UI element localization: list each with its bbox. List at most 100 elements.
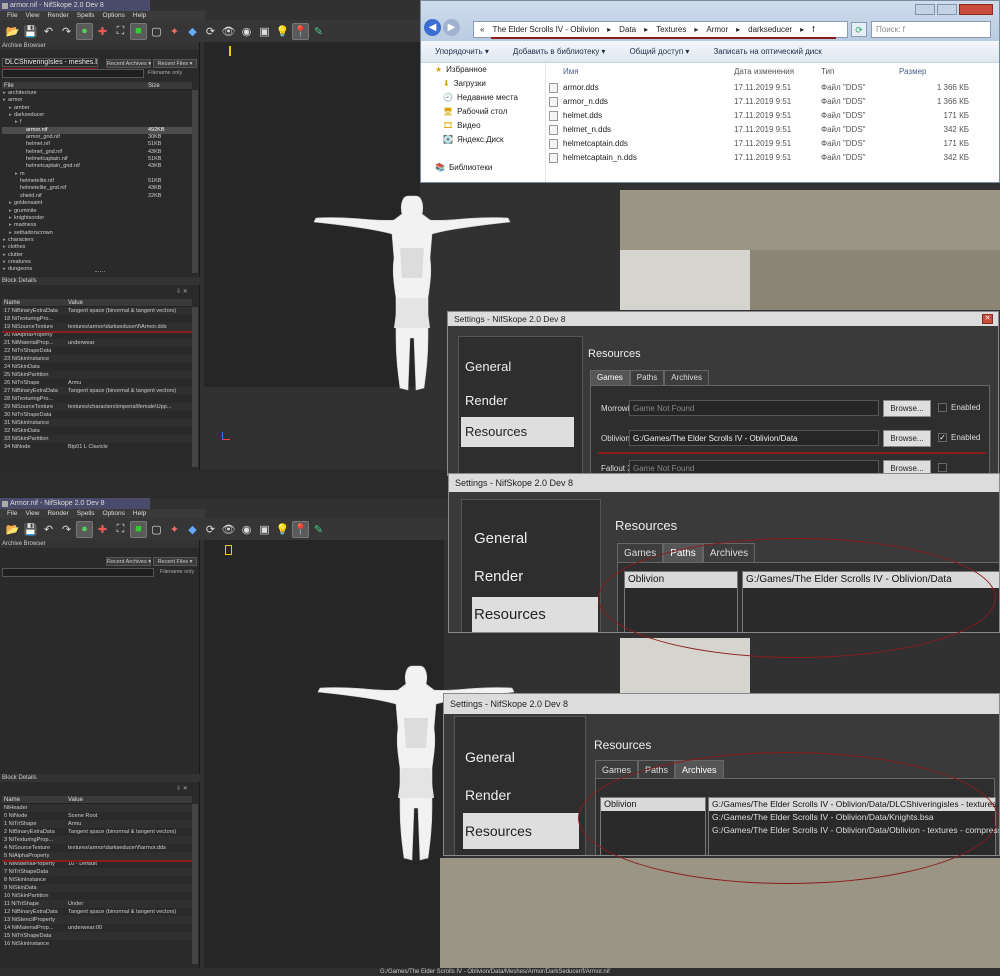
- nav-general[interactable]: General: [465, 359, 511, 374]
- select-mode-icon[interactable]: ●: [76, 22, 93, 40]
- enabled-checkbox[interactable]: [938, 403, 947, 412]
- expand-arrow-icon[interactable]: ▸: [3, 266, 6, 273]
- expand-arrow-icon[interactable]: ▸: [3, 252, 6, 259]
- nav-render[interactable]: Render: [474, 568, 523, 585]
- tree-item[interactable]: ▸ clothes: [2, 244, 192, 251]
- menu-item-help[interactable]: Help: [133, 11, 146, 20]
- tree-item[interactable]: ▸ m: [2, 171, 192, 178]
- recent-archives-button[interactable]: Recent Archives ▾: [106, 557, 151, 566]
- tree-item[interactable]: armor.nif 492KB: [2, 126, 192, 135]
- block-row[interactable]: 24 NiSkinData: [2, 363, 192, 371]
- brush-icon[interactable]: ✎: [310, 521, 327, 538]
- nav-pane-item[interactable]: ⬇ Загрузки: [421, 77, 545, 91]
- select-mode-icon[interactable]: ●: [76, 520, 93, 538]
- block-row[interactable]: 19 NiSourceTexture textures\armor\darksed…: [2, 323, 192, 331]
- solid-view-icon[interactable]: ■: [130, 520, 147, 538]
- tree-item[interactable]: armor_gnd.nif 30KB: [2, 134, 192, 141]
- enabled-checkbox[interactable]: [938, 463, 947, 472]
- expand-arrow-icon[interactable]: ▸: [9, 112, 12, 119]
- nav-pane-item[interactable]: 🎞 Видео: [421, 119, 545, 133]
- block-row[interactable]: 14 NiMaterialProp... underwear:00: [2, 924, 192, 932]
- block-row[interactable]: 13 NiStencilProperty: [2, 916, 192, 924]
- pin-icon[interactable]: 📍: [292, 22, 309, 40]
- breadcrumb-part[interactable]: Data: [619, 22, 636, 37]
- close-icon[interactable]: ✕: [982, 314, 993, 324]
- transform-icon[interactable]: ✚: [94, 23, 111, 40]
- menu-item-view[interactable]: View: [25, 11, 39, 20]
- open-icon[interactable]: 📂: [4, 521, 21, 538]
- nav-pane-item[interactable]: 💽 Яндекс.Диск: [421, 133, 545, 147]
- breadcrumb-part[interactable]: Armor: [706, 22, 728, 37]
- rotate-icon[interactable]: ⟳: [202, 521, 219, 538]
- cube-icon[interactable]: ◆: [184, 23, 201, 40]
- block-row[interactable]: 9 NiSkinData: [2, 884, 192, 892]
- wire-view-icon[interactable]: ▢: [148, 521, 165, 538]
- block-row[interactable]: 29 NiSourceTexture textures\characters\im…: [2, 403, 192, 411]
- breadcrumb-part[interactable]: The Elder Scrolls IV - Oblivion: [492, 22, 599, 37]
- nav-render[interactable]: Render: [465, 787, 511, 803]
- close-icon[interactable]: [959, 4, 993, 15]
- expand-arrow-icon[interactable]: ▸: [3, 244, 6, 251]
- save-icon[interactable]: 💾: [22, 23, 39, 40]
- browse-button[interactable]: Browse...: [883, 430, 931, 447]
- snapshot-icon[interactable]: ▣: [256, 23, 273, 40]
- maximize-icon[interactable]: [937, 4, 957, 15]
- col-date[interactable]: Дата изменения: [734, 63, 821, 81]
- block-row[interactable]: 16 NiSkinInstance: [2, 940, 192, 948]
- block-scrollbar[interactable]: [192, 804, 198, 964]
- block-row[interactable]: 28 NiTexturingPro...: [2, 395, 192, 403]
- tab-archives[interactable]: Archives: [664, 370, 709, 386]
- expand-arrow-icon[interactable]: ▸: [9, 230, 12, 237]
- nav-resources[interactable]: Resources: [472, 597, 598, 632]
- redo-icon[interactable]: ↷: [58, 521, 75, 538]
- block-row[interactable]: 33 NiSkinPartition: [2, 435, 192, 443]
- expand-arrow-icon[interactable]: ▸: [9, 222, 12, 229]
- block-row[interactable]: 1 NiTriShape Armu: [2, 820, 192, 828]
- nav-resources[interactable]: Resources: [461, 417, 574, 447]
- browse-button[interactable]: Browse...: [883, 400, 931, 417]
- menu-item-view[interactable]: View: [25, 509, 39, 518]
- col-name[interactable]: Имя: [547, 63, 734, 81]
- tree-item[interactable]: helmetelite.nif 51KB: [2, 178, 192, 185]
- tree-item[interactable]: helmet_gnd.nif 43KB: [2, 149, 192, 156]
- open-icon[interactable]: 📂: [4, 23, 21, 40]
- menu-item-render[interactable]: Render: [47, 509, 68, 518]
- expand-arrow-icon[interactable]: ▸: [3, 259, 6, 266]
- block-row[interactable]: 12 NiBinaryExtraData Tangent space (binor…: [2, 908, 192, 916]
- block-row[interactable]: 2 NiBinaryExtraData Tangent space (binorm…: [2, 828, 192, 836]
- expand-arrow-icon[interactable]: ▸: [9, 208, 12, 215]
- recent-archives-button[interactable]: Recent Archives ▾: [106, 59, 151, 68]
- recent-files-button[interactable]: Recent Files ▾: [153, 59, 197, 68]
- block-row[interactable]: 31 NiSkinInstance: [2, 419, 192, 427]
- block-row[interactable]: 26 NiTriShape Armu: [2, 379, 192, 387]
- block-scrollbar[interactable]: [192, 307, 198, 467]
- eye-alt-icon[interactable]: ◉: [238, 521, 255, 538]
- command-button[interactable]: Записать на оптический диск: [713, 41, 821, 62]
- light-bulb-icon[interactable]: 💡: [274, 23, 291, 40]
- tree-item[interactable]: ▸ clutter: [2, 252, 192, 259]
- eye-alt-icon[interactable]: ◉: [238, 23, 255, 40]
- block-row[interactable]: 27 NiBinaryExtraData Tangent space (binor…: [2, 387, 192, 395]
- expand-arrow-icon[interactable]: ▸: [9, 105, 12, 112]
- file-row[interactable]: helmet_n.dds 17.11.2019 9:51 Файл "DDS" 342…: [547, 123, 999, 137]
- breadcrumb-part[interactable]: «: [480, 22, 484, 37]
- tree-item[interactable]: ▸ madness: [2, 222, 192, 229]
- block-row[interactable]: 25 NiSkinPartition: [2, 371, 192, 379]
- nav-render[interactable]: Render: [465, 393, 508, 408]
- recent-files-button[interactable]: Recent Files ▾: [153, 557, 197, 566]
- tree-item[interactable]: helmet.nif 51KB: [2, 141, 192, 148]
- breadcrumb-part[interactable]: f: [812, 22, 814, 37]
- file-row[interactable]: helmetcaptain.dds 17.11.2019 9:51 Файл "DD…: [547, 137, 999, 151]
- nav-general[interactable]: General: [474, 530, 527, 547]
- undo-icon[interactable]: ↶: [40, 521, 57, 538]
- block-row[interactable]: 3 NiTexturingProp...: [2, 836, 192, 844]
- game-path-field[interactable]: Game Not Found: [629, 400, 879, 416]
- dock-buttons[interactable]: ⇩ ✕: [176, 288, 188, 295]
- nav-general[interactable]: General: [465, 749, 515, 765]
- block-row[interactable]: 23 NiSkinInstance: [2, 355, 192, 363]
- tree-item[interactable]: ▸ f: [2, 119, 192, 126]
- wire-view-icon[interactable]: ▢: [148, 23, 165, 40]
- tree-item[interactable]: ▸ characters: [2, 237, 192, 244]
- back-icon[interactable]: ◀: [424, 19, 441, 36]
- zoom-icon[interactable]: ⛶: [112, 521, 129, 538]
